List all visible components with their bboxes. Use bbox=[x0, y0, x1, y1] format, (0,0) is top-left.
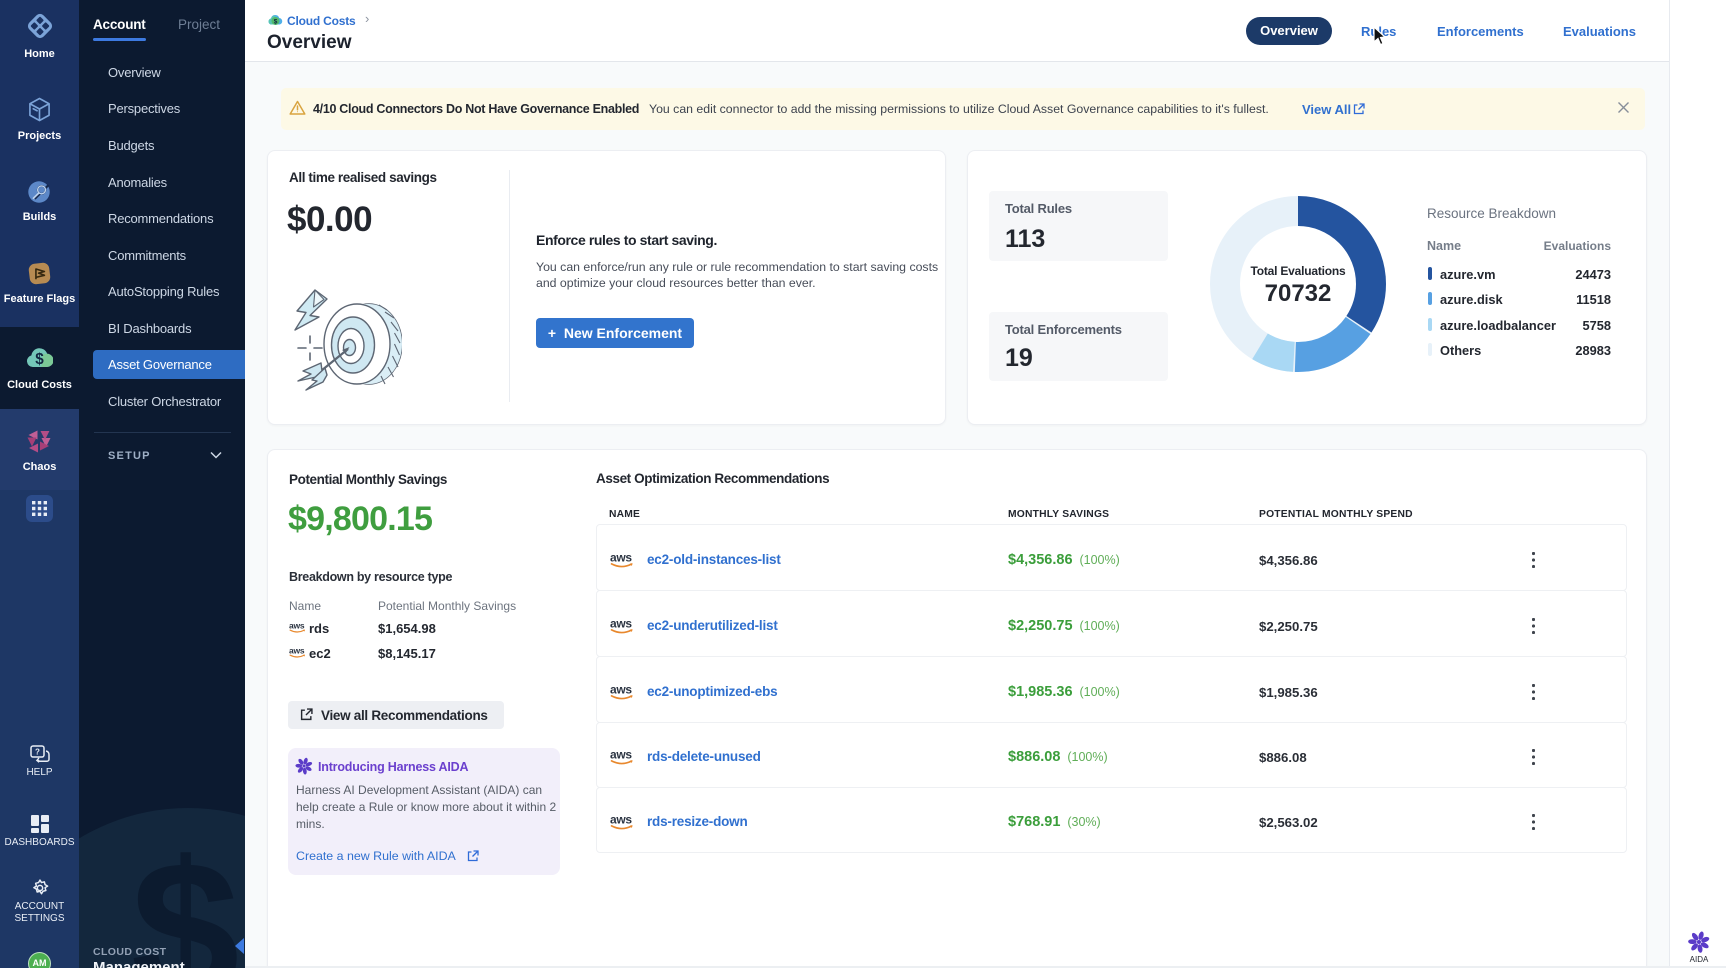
svg-text:$: $ bbox=[274, 18, 278, 25]
svg-text:?: ? bbox=[35, 748, 40, 757]
svg-text:$: $ bbox=[35, 351, 44, 368]
